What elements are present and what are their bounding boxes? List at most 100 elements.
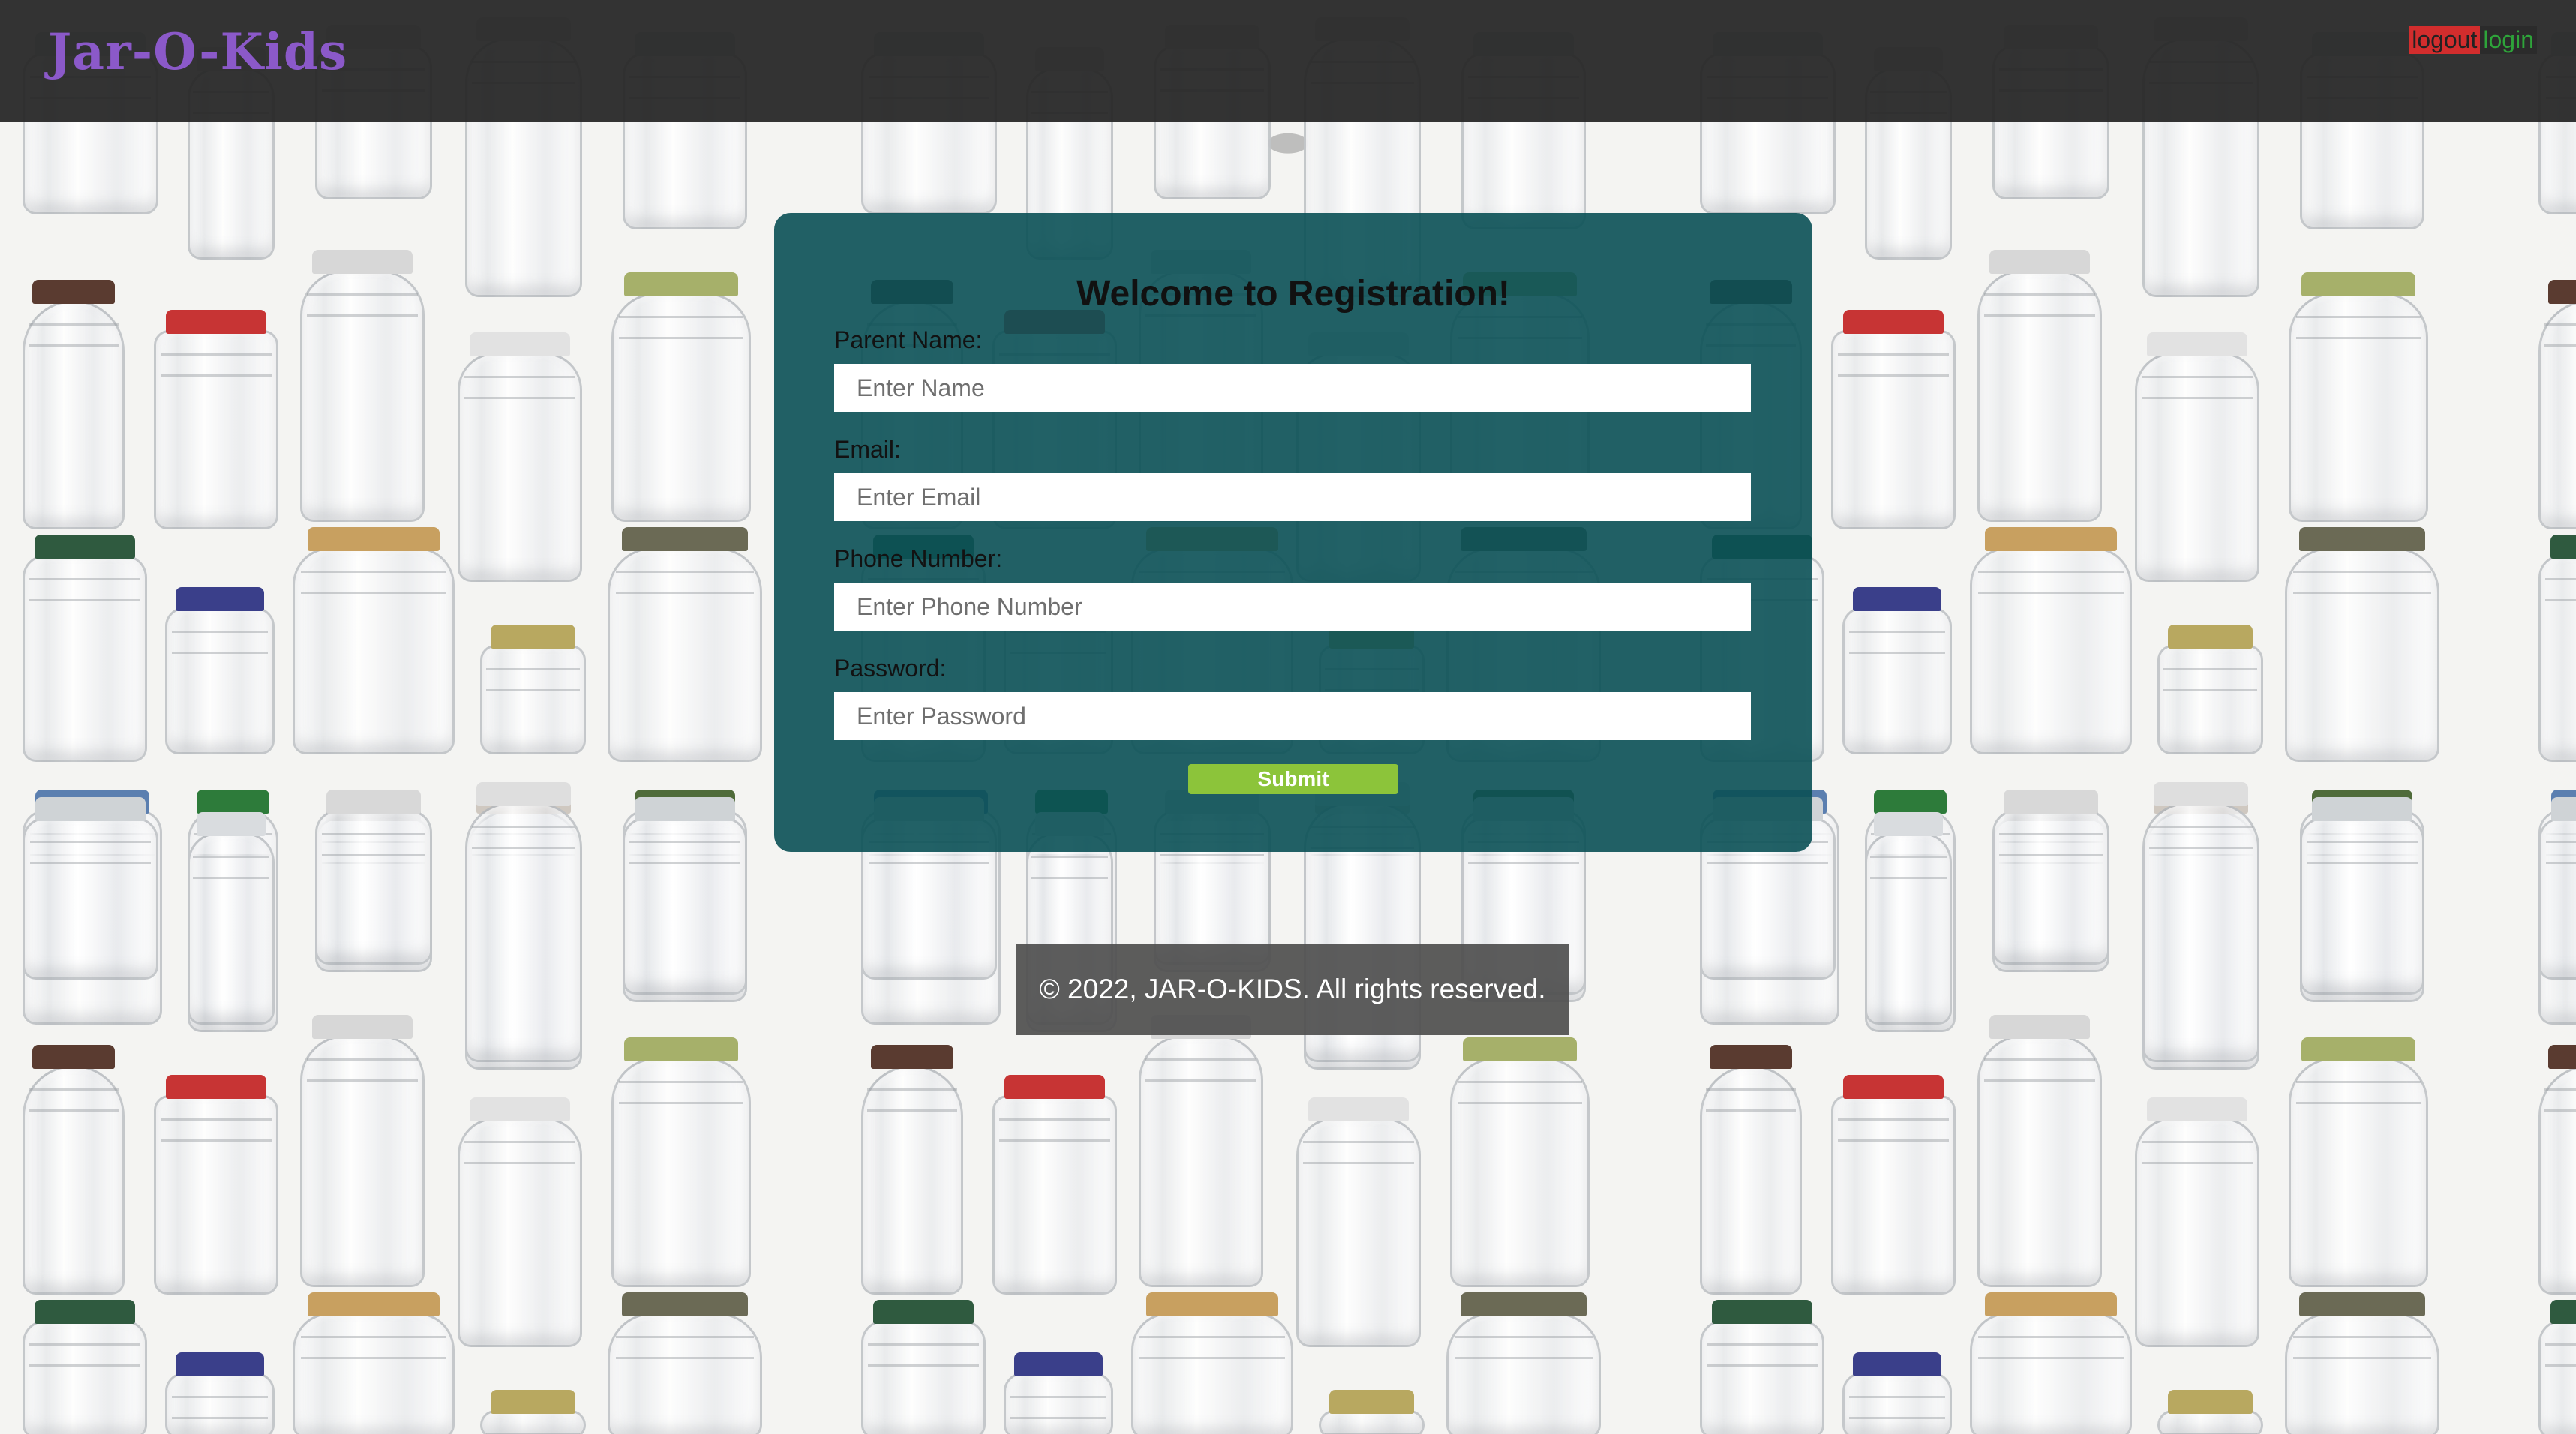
jar-lid bbox=[1014, 1352, 1103, 1376]
jar-lid bbox=[176, 1352, 264, 1376]
jar-ridge bbox=[2293, 592, 2431, 594]
jar-ridge bbox=[619, 1102, 743, 1104]
phone-number-input[interactable] bbox=[834, 583, 1751, 631]
jar-ridge bbox=[868, 1364, 979, 1366]
decorative-jar bbox=[300, 1015, 425, 1287]
jar-ridge bbox=[1707, 862, 1828, 864]
jar-ridge bbox=[616, 1336, 754, 1338]
jar-lid bbox=[871, 1045, 953, 1069]
jar-lid bbox=[32, 280, 115, 304]
email-input[interactable] bbox=[834, 473, 1751, 521]
jar-ridge bbox=[1984, 314, 2095, 316]
decorative-jar bbox=[23, 280, 125, 530]
jar-lid bbox=[35, 797, 146, 821]
decorative-jar bbox=[992, 1075, 1117, 1294]
decorative-jar bbox=[1970, 527, 2132, 754]
jar-ridge bbox=[1870, 856, 1947, 858]
jar-ridge bbox=[171, 1396, 269, 1398]
jar-ridge bbox=[1984, 293, 2095, 296]
jar-ridge bbox=[2293, 1336, 2431, 1338]
auth-links: logout login bbox=[2409, 26, 2537, 54]
decorative-jar bbox=[1977, 250, 2102, 522]
jar-lid bbox=[307, 1292, 440, 1316]
decorative-jar bbox=[480, 1390, 586, 1434]
jar-ridge bbox=[616, 571, 754, 573]
site-logo[interactable]: Jar-O-Kids bbox=[48, 22, 347, 81]
jar-lid bbox=[1710, 1045, 1792, 1069]
jar-ridge bbox=[30, 862, 151, 864]
jar-ridge bbox=[29, 578, 140, 580]
decorative-jar bbox=[1131, 1292, 1293, 1434]
jar-lid bbox=[311, 1015, 413, 1039]
jar-lid bbox=[2154, 782, 2248, 806]
submit-button[interactable]: Submit bbox=[1188, 764, 1398, 794]
jar-lid bbox=[1461, 1292, 1587, 1316]
jar-ridge bbox=[161, 353, 272, 356]
jar-lid bbox=[1308, 1097, 1410, 1121]
jar-ridge bbox=[161, 1139, 272, 1142]
jar-lid bbox=[634, 797, 736, 821]
decorative-jar bbox=[293, 527, 455, 754]
jar-ridge bbox=[2296, 316, 2421, 318]
decorative-jar bbox=[458, 1097, 582, 1347]
jar-ridge bbox=[2544, 344, 2576, 346]
jar-ridge bbox=[1999, 854, 2103, 856]
decorative-jar bbox=[1977, 1015, 2102, 1287]
jar-ridge bbox=[322, 854, 425, 856]
jar-ridge bbox=[2296, 1081, 2421, 1083]
jar-ridge bbox=[2545, 578, 2576, 580]
jar-ridge bbox=[301, 1336, 446, 1338]
top-navigation-bar: Jar-O-Kids logout login bbox=[0, 0, 2576, 122]
phone-number-label: Phone Number: bbox=[834, 545, 1003, 572]
jar-ridge bbox=[2544, 1109, 2576, 1112]
jar-lid bbox=[196, 812, 266, 836]
parent-name-input[interactable] bbox=[834, 364, 1751, 412]
jar-ridge bbox=[1706, 1088, 1796, 1090]
jar-ridge bbox=[1984, 1058, 2095, 1060]
decorative-jar bbox=[2538, 280, 2576, 530]
jar-lid bbox=[622, 527, 748, 551]
jar-lid bbox=[1842, 310, 1944, 334]
jar-ridge bbox=[2545, 599, 2576, 602]
jar-ridge bbox=[29, 1109, 119, 1112]
decorative-jar bbox=[2538, 535, 2576, 762]
decorative-jar bbox=[2157, 1390, 2263, 1434]
login-link[interactable]: login bbox=[2480, 26, 2537, 54]
jar-ridge bbox=[1707, 1343, 1818, 1346]
jar-ridge bbox=[29, 323, 119, 326]
password-input[interactable] bbox=[834, 692, 1751, 740]
jar-ridge bbox=[29, 344, 119, 346]
jar-ridge bbox=[2163, 689, 2257, 692]
jar-lid bbox=[624, 272, 738, 296]
jar-lid bbox=[622, 1292, 748, 1316]
decorative-jar bbox=[861, 1300, 986, 1434]
jar-ridge bbox=[1978, 571, 2124, 573]
jar-ridge bbox=[486, 668, 580, 670]
copyright-text: © 2022, JAR-O-KIDS. All rights reserved. bbox=[1039, 974, 1546, 1004]
logout-link[interactable]: logout bbox=[2409, 26, 2481, 54]
jar-ridge bbox=[29, 1088, 119, 1090]
jar-ridge bbox=[1303, 1162, 1414, 1164]
jar-ridge bbox=[2149, 826, 2253, 828]
jar-ridge bbox=[1838, 353, 1949, 356]
decorative-jar bbox=[2285, 1292, 2439, 1434]
jar-ridge bbox=[1458, 1102, 1582, 1104]
jar-lid bbox=[2550, 535, 2576, 559]
decorative-jar bbox=[23, 1300, 147, 1434]
jar-lid bbox=[2301, 272, 2415, 296]
decorative-jar bbox=[611, 1037, 751, 1287]
jar-ridge bbox=[307, 293, 418, 296]
jar-ridge bbox=[2544, 1088, 2576, 1090]
jar-ridge bbox=[2142, 1141, 2253, 1143]
jar-ridge bbox=[1848, 1396, 1946, 1398]
decorative-jar bbox=[1831, 1075, 1956, 1294]
jar-ridge bbox=[193, 856, 269, 858]
jar-ridge bbox=[464, 1141, 575, 1143]
decorative-jar bbox=[861, 1045, 963, 1294]
jar-ridge bbox=[171, 652, 269, 654]
decorative-jar bbox=[1296, 1097, 1421, 1347]
jar-ridge bbox=[1978, 592, 2124, 594]
jar-ridge bbox=[867, 1088, 957, 1090]
jar-lid bbox=[2550, 1300, 2576, 1324]
jar-ridge bbox=[1707, 1364, 1818, 1366]
